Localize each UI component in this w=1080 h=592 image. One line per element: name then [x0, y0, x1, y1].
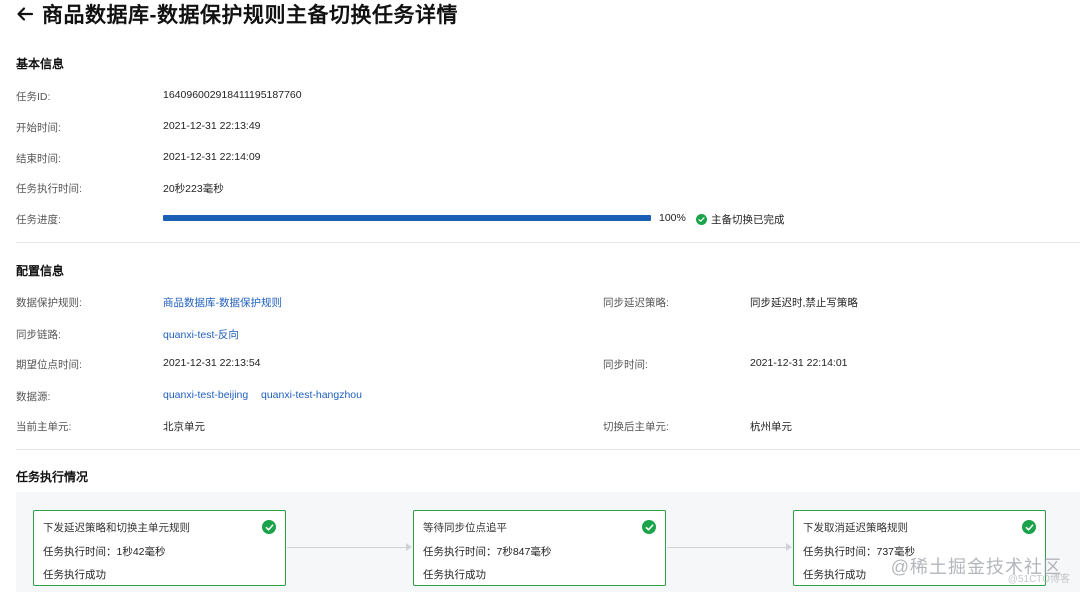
flow-connector — [667, 547, 787, 548]
rule-link[interactable]: 商品数据库-数据保护规则 — [163, 295, 282, 310]
step-result: 任务执行成功 — [423, 569, 486, 581]
duration-label: 任务执行时间: — [16, 183, 82, 195]
sync-link-label: 同步链路: — [16, 329, 61, 341]
step-result: 任务执行成功 — [43, 569, 106, 581]
expect-time-label: 期望位点时间: — [16, 359, 82, 371]
sync-time-value: 2021-12-31 22:14:01 — [750, 357, 848, 369]
check-circle-icon — [696, 214, 707, 225]
check-circle-icon — [1022, 520, 1036, 534]
step-card[interactable]: 下发延迟策略和切换主单元规则 任务执行时间：1秒42毫秒 任务执行成功 — [33, 510, 286, 586]
duration-value: 20秒223毫秒 — [163, 183, 224, 195]
datasource-label: 数据源: — [16, 391, 51, 403]
progress-percent: 100% — [659, 212, 686, 224]
arrow-right-icon — [406, 543, 412, 551]
check-circle-icon — [642, 520, 656, 534]
current-unit-value: 北京单元 — [163, 421, 205, 433]
section-title-config: 配置信息 — [16, 264, 65, 278]
task-id-value: 1640960029184111951877​60 — [163, 89, 302, 101]
watermark-sub: @51CTO博客 — [1007, 574, 1070, 585]
step-title: 等待同步位点追平 — [423, 522, 507, 534]
end-time-value: 2021-12-31 22:14:09 — [163, 151, 261, 163]
sync-time-label: 同步时间: — [603, 359, 648, 371]
progress-label: 任务进度: — [16, 214, 61, 226]
status-badge: 主备切换已完成 — [696, 212, 785, 227]
sync-link-value[interactable]: quanxi-test-反向 — [163, 327, 239, 342]
flow-connector — [287, 547, 407, 548]
status-text: 主备切换已完成 — [711, 214, 785, 226]
after-unit-label: 切换后主单元: — [603, 421, 669, 433]
progress-bar-fill — [163, 215, 651, 221]
arrow-right-icon — [786, 543, 792, 551]
start-time-value: 2021-12-31 22:13:49 — [163, 120, 261, 132]
datasource-link-beijing[interactable]: quanxi-test-beijing — [163, 389, 248, 401]
step-time: 任务执行时间：1秒42毫秒 — [43, 546, 166, 558]
progress-bar — [163, 215, 651, 221]
current-unit-label: 当前主单元: — [16, 421, 72, 433]
delay-policy-label: 同步延迟策略: — [603, 297, 669, 309]
step-title: 下发取消延迟策略规则 — [803, 522, 908, 534]
task-id-label: 任务ID: — [16, 91, 51, 103]
divider — [16, 242, 1080, 243]
step-title: 下发延迟策略和切换主单元规则 — [43, 522, 190, 534]
end-time-label: 结束时间: — [16, 153, 61, 165]
datasource-link-hangzhou[interactable]: quanxi-test-hangzhou — [261, 389, 362, 401]
divider — [16, 449, 1080, 450]
delay-policy-value: 同步延迟时,禁止写策略 — [750, 297, 858, 309]
page-title: 商品数据库-数据保护规则主备切换任务详情 — [42, 4, 458, 27]
start-time-label: 开始时间: — [16, 122, 61, 134]
rule-label: 数据保护规则: — [16, 297, 82, 309]
step-time: 任务执行时间：7秒847毫秒 — [423, 546, 552, 558]
section-title-execution: 任务执行情况 — [16, 470, 89, 484]
section-title-basic: 基本信息 — [16, 57, 65, 71]
page-header: 商品数据库-数据保护规则主备切换任务详情 — [14, 0, 458, 28]
check-circle-icon — [262, 520, 276, 534]
after-unit-value: 杭州单元 — [750, 421, 792, 433]
arrow-left-icon[interactable] — [14, 3, 36, 25]
step-card[interactable]: 等待同步位点追平 任务执行时间：7秒847毫秒 任务执行成功 — [413, 510, 666, 586]
expect-time-value: 2021-12-31 22:13:54 — [163, 357, 261, 369]
